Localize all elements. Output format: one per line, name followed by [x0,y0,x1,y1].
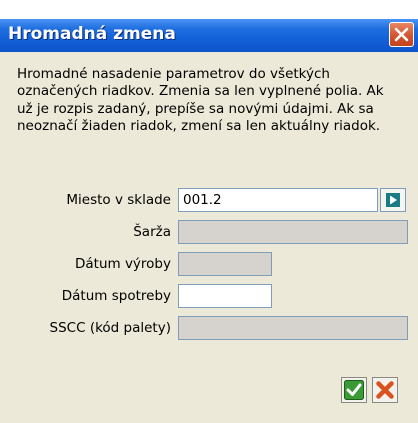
play-arrow-icon [386,193,400,207]
sscc-input[interactable] [178,316,408,340]
location-label: Miesto v sklade [66,192,171,208]
dialog-title: Hromadná zmena [8,24,176,44]
batch-label: Šarža [133,224,171,240]
close-icon [394,27,409,42]
confirm-button[interactable] [341,377,367,403]
expiry-date-label: Dátum spotreby [61,288,171,304]
location-browse-button[interactable] [380,188,406,212]
production-date-input[interactable] [178,252,272,276]
dialog-body: Hromadné nasadenie parametrov do všetkýc… [0,52,418,423]
close-button[interactable] [389,22,414,47]
batch-input[interactable] [178,220,408,244]
check-icon [344,380,364,400]
location-value: 001.2 [183,192,222,208]
expiry-date-input[interactable] [178,284,272,308]
cancel-button[interactable] [372,377,398,403]
description-text: Hromadné nasadenie parametrov do všetkýc… [17,66,384,134]
dialog-window: Hromadná zmena Hromadné nasadenie parame… [0,0,418,423]
sscc-label: SSCC (kód palety) [49,320,171,336]
production-date-label: Dátum výroby [74,256,171,272]
title-bar: Hromadná zmena [0,19,418,52]
cross-icon [376,381,394,399]
location-input[interactable]: 001.2 [178,188,378,212]
